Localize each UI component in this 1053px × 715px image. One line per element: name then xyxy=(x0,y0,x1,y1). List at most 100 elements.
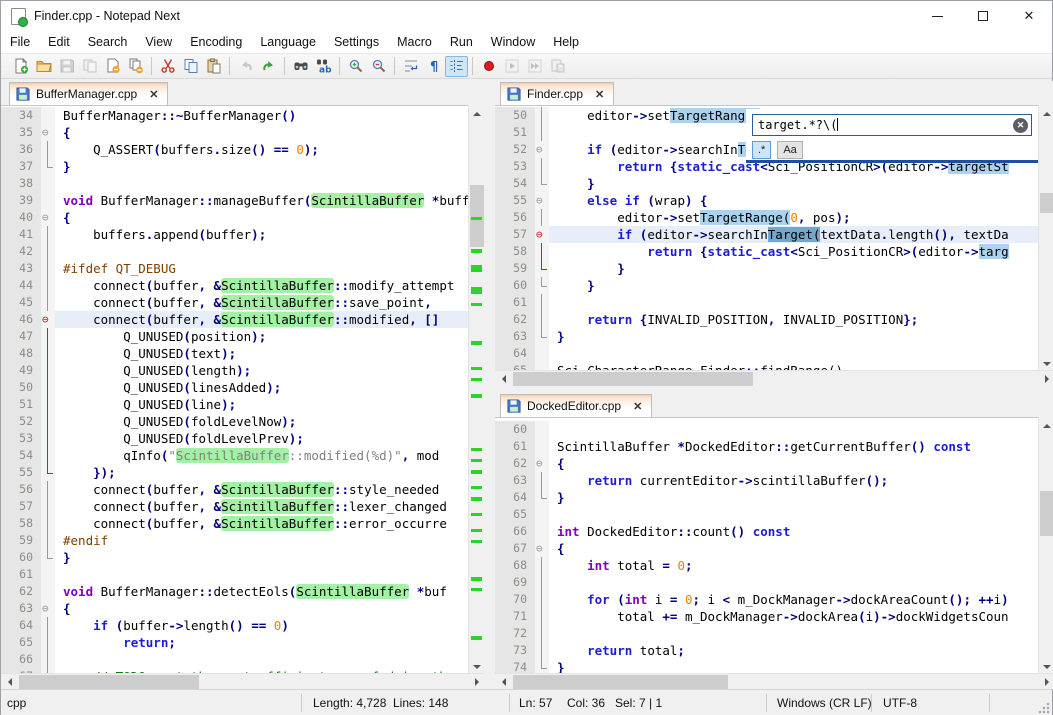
line-number[interactable]: 74 xyxy=(495,659,535,673)
scrollbar-thumb[interactable] xyxy=(1040,193,1053,213)
line-number[interactable]: 73 xyxy=(495,642,535,659)
line-number[interactable]: 64 xyxy=(1,617,41,634)
line-number[interactable]: 36 xyxy=(1,141,41,158)
word-wrap-icon[interactable] xyxy=(399,56,422,77)
line-number[interactable]: 54 xyxy=(1,447,41,464)
paste-icon[interactable] xyxy=(202,56,225,77)
line-number[interactable]: 40 xyxy=(1,209,41,226)
tab-close-icon[interactable]: ✕ xyxy=(593,88,606,101)
line-number[interactable]: 61 xyxy=(495,438,535,455)
macro-play-icon[interactable] xyxy=(500,56,523,77)
line-number[interactable]: 66 xyxy=(495,523,535,540)
menu-view[interactable]: View xyxy=(136,31,181,54)
code-line[interactable]: 34 BufferManager::~BufferManager() xyxy=(1,107,468,124)
line-number[interactable]: 69 xyxy=(495,574,535,591)
line-number[interactable]: 53 xyxy=(1,430,41,447)
macro-record-icon[interactable] xyxy=(477,56,500,77)
line-number[interactable]: 48 xyxy=(1,345,41,362)
code-line[interactable]: 62 { xyxy=(495,455,1038,472)
code-line[interactable]: 61 xyxy=(495,294,1038,311)
code-line[interactable]: 56 editor->setTargetRange(0, pos); xyxy=(495,209,1038,226)
fold-marker[interactable] xyxy=(535,192,549,209)
code-line[interactable]: 70 for (int i = 0; i < m_DockManager->do… xyxy=(495,591,1038,608)
macro-run-multiple-icon[interactable] xyxy=(523,56,546,77)
code-line[interactable]: 65 xyxy=(495,506,1038,523)
code-line[interactable]: 56 connect(buffer, &ScintillaBuffer::sty… xyxy=(1,481,468,498)
editor-dockededitor[interactable]: 60 61 ScintillaBuffer *DockedEditor::getCu… xyxy=(495,417,1053,673)
code-line[interactable]: 53 Q_UNUSED(foldLevelPrev); xyxy=(1,430,468,447)
code-line[interactable]: 49 Q_UNUSED(length); xyxy=(1,362,468,379)
code-line[interactable]: 64} xyxy=(495,489,1038,506)
line-number[interactable]: 61 xyxy=(495,294,535,311)
code-line[interactable]: 67 { xyxy=(495,540,1038,557)
code-line[interactable]: 60 xyxy=(495,421,1038,438)
clear-icon[interactable]: ✕ xyxy=(1013,118,1028,133)
tab-close-icon[interactable]: ✕ xyxy=(147,88,160,101)
minimize-button[interactable] xyxy=(914,1,960,31)
line-number[interactable]: 55 xyxy=(495,192,535,209)
scrollbar-thumb[interactable] xyxy=(513,372,753,386)
line-number[interactable]: 54 xyxy=(495,175,535,192)
vertical-scrollbar-docked[interactable] xyxy=(1038,417,1053,673)
line-number[interactable]: 62 xyxy=(495,311,535,328)
scroll-down-arrow[interactable] xyxy=(1039,658,1053,673)
undo-icon[interactable] xyxy=(234,56,257,77)
code-line[interactable]: 42 xyxy=(1,243,468,260)
scroll-right-arrow[interactable] xyxy=(1038,674,1053,689)
status-doc-type[interactable]: cpp xyxy=(7,690,26,715)
line-number[interactable]: 65 xyxy=(495,362,535,370)
line-number[interactable]: 41 xyxy=(1,226,41,243)
code-line[interactable]: 59 } xyxy=(495,260,1038,277)
match-case-toggle-button[interactable]: Aa xyxy=(777,141,803,159)
line-number[interactable]: 52 xyxy=(495,141,535,158)
line-number[interactable]: 47 xyxy=(1,328,41,345)
code-line[interactable]: 43 #ifdef QT_DEBUG xyxy=(1,260,468,277)
line-number[interactable]: 58 xyxy=(495,243,535,260)
horizontal-scrollbar-docked[interactable] xyxy=(495,673,1053,689)
horizontal-scrollbar-left[interactable] xyxy=(1,673,484,689)
line-number[interactable]: 61 xyxy=(1,566,41,583)
scroll-up-arrow[interactable] xyxy=(469,105,485,120)
line-number[interactable]: 71 xyxy=(495,608,535,625)
indentation-guides-icon[interactable] xyxy=(445,55,468,77)
vertical-scrollbar-finder[interactable] xyxy=(1038,105,1053,370)
new-document-icon[interactable] xyxy=(9,56,32,77)
scroll-left-arrow[interactable] xyxy=(495,674,511,689)
code-line[interactable]: 62 return {INVALID_POSITION, INVALID_POS… xyxy=(495,311,1038,328)
line-number[interactable]: 58 xyxy=(1,515,41,532)
line-number[interactable]: 64 xyxy=(495,489,535,506)
line-number[interactable]: 67 xyxy=(495,540,535,557)
code-line[interactable]: 74} xyxy=(495,659,1038,673)
code-line[interactable]: 72 xyxy=(495,625,1038,642)
scrollbar-thumb[interactable] xyxy=(513,675,728,689)
line-number[interactable]: 68 xyxy=(495,557,535,574)
menu-settings[interactable]: Settings xyxy=(325,31,388,54)
code-line[interactable]: 44 connect(buffer, &ScintillaBuffer::mod… xyxy=(1,277,468,294)
line-number[interactable]: 51 xyxy=(495,124,535,141)
line-number[interactable]: 57 xyxy=(1,498,41,515)
line-number[interactable]: 45 xyxy=(1,294,41,311)
line-number[interactable]: 62 xyxy=(495,455,535,472)
code-line[interactable]: 46 connect(buffer, &ScintillaBuffer::mod… xyxy=(1,311,468,328)
line-number[interactable]: 60 xyxy=(495,277,535,294)
code-line[interactable]: 58 return {static_cast<Sci_PositionCR>(e… xyxy=(495,243,1038,260)
fold-marker[interactable] xyxy=(535,540,549,557)
tab-dockededitor[interactable]: DockedEditor.cpp ✕ xyxy=(500,394,653,417)
macro-save-icon[interactable] xyxy=(546,56,569,77)
menu-language[interactable]: Language xyxy=(251,31,325,54)
line-number[interactable]: 56 xyxy=(1,481,41,498)
code-line[interactable]: 61 xyxy=(1,566,468,583)
code-line[interactable]: 69 xyxy=(495,574,1038,591)
code-line[interactable]: 48 Q_UNUSED(text); xyxy=(1,345,468,362)
code-line[interactable]: 40 { xyxy=(1,209,468,226)
close-all-documents-icon[interactable] xyxy=(124,56,147,77)
vertical-splitter[interactable] xyxy=(484,81,495,689)
line-number[interactable]: 64 xyxy=(495,345,535,362)
maximize-button[interactable] xyxy=(960,1,1006,31)
code-line[interactable]: 54 } xyxy=(495,175,1038,192)
find-input[interactable]: target.*?\( xyxy=(752,114,1032,136)
code-line[interactable]: 59 #endif xyxy=(1,532,468,549)
line-number[interactable]: 44 xyxy=(1,277,41,294)
code-line[interactable]: 64 if (buffer->length() == 0) xyxy=(1,617,468,634)
menu-encoding[interactable]: Encoding xyxy=(181,31,251,54)
